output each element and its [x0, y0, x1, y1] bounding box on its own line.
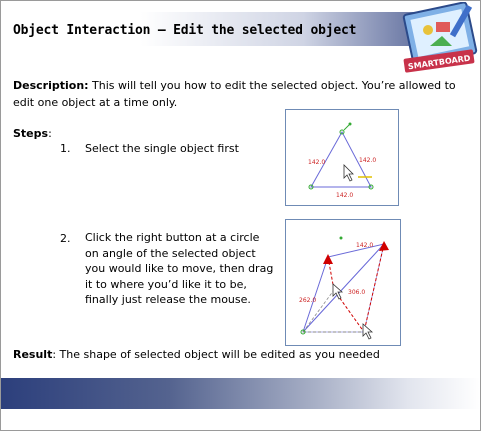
arrow-head-icon — [379, 241, 389, 251]
steps-label: Steps — [13, 127, 49, 140]
mouse-cursor-icon — [343, 164, 354, 182]
edge-length-label: 306.0 — [348, 289, 365, 296]
result-text: : The shape of selected object will be e… — [52, 348, 380, 361]
figure-selected-triangle: 142.0 142.0 142.0 — [285, 109, 399, 206]
step-item-1: 1. Select the single object first — [60, 140, 239, 157]
result: Result: The shape of selected object wil… — [13, 346, 380, 363]
figure-edit-object: 142.0 262.0 306.0 — [285, 219, 401, 346]
mouse-cursor-icon — [332, 283, 344, 300]
steps-colon: : — [48, 127, 52, 140]
description-label: Description: — [13, 79, 89, 92]
result-label: Result — [13, 348, 53, 361]
step-text: Select the single object first — [85, 142, 239, 155]
footer-bar — [1, 378, 480, 409]
step-text: Click the right button at a circle on an… — [85, 231, 274, 306]
steps-heading: Steps: — [13, 125, 52, 142]
rotate-handle — [339, 236, 343, 240]
smartboard-logo: SMARTBOARD — [402, 2, 478, 73]
mouse-cursor-icon — [362, 323, 374, 340]
step-number: 2. — [60, 232, 71, 245]
edge-length-label: 262.0 — [299, 297, 316, 304]
edge-length-label: 142.0 — [336, 192, 353, 199]
description: Description: This will tell you how to e… — [13, 77, 473, 111]
page-title: Object Interaction – Edit the selected o… — [13, 23, 357, 38]
edge-length-label: 142.0 — [356, 242, 373, 249]
arrow-head-icon — [323, 254, 333, 264]
step-number: 1. — [60, 142, 71, 155]
edge-length-label: 142.0 — [359, 157, 376, 164]
edge-length-label: 142.0 — [308, 159, 325, 166]
